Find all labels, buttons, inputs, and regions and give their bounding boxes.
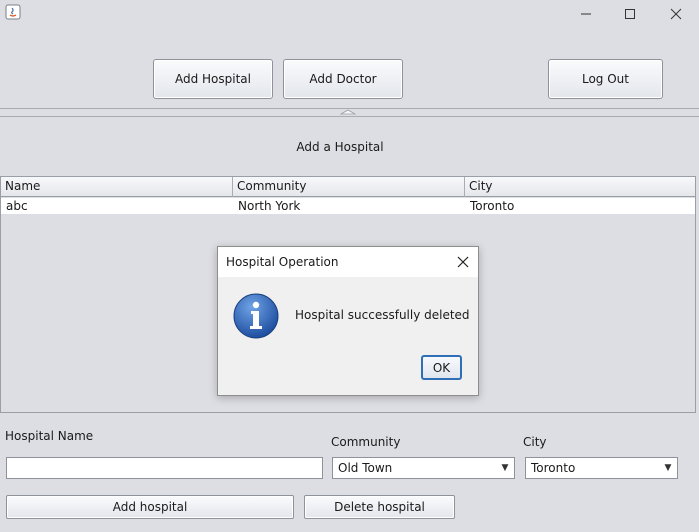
message-dialog: Hospital Operation Hospital successfully…: [217, 246, 479, 396]
hospital-name-label: Hospital Name: [5, 429, 94, 443]
split-handle-icon[interactable]: [338, 109, 358, 115]
column-header-city[interactable]: City: [465, 177, 695, 197]
cell-city: Toronto: [470, 199, 515, 213]
close-icon[interactable]: [454, 253, 472, 271]
window-title-bar: [0, 0, 699, 27]
dialog-title: Hospital Operation: [226, 255, 339, 269]
delete-hospital-button[interactable]: Delete hospital: [304, 495, 455, 519]
maximize-button[interactable]: [607, 0, 653, 27]
chevron-down-icon: ▼: [501, 463, 509, 473]
dialog-message: Hospital successfully deleted: [295, 308, 470, 322]
table-row[interactable]: abc North York Toronto: [1, 198, 695, 214]
minimize-button[interactable]: [563, 0, 609, 27]
dialog-title-bar: Hospital Operation: [218, 247, 478, 277]
java-app-icon: [5, 4, 21, 20]
add-doctor-nav-button[interactable]: Add Doctor: [283, 59, 403, 99]
city-label: City: [523, 435, 547, 449]
minimize-icon: [581, 13, 591, 14]
add-hospital-nav-button[interactable]: Add Hospital: [153, 59, 273, 99]
chevron-down-icon: ▼: [664, 463, 672, 473]
cell-community: North York: [238, 199, 301, 213]
column-header-community[interactable]: Community: [233, 177, 465, 197]
log-out-button[interactable]: Log Out: [548, 59, 663, 99]
ok-button[interactable]: OK: [421, 355, 462, 380]
community-label: Community: [331, 435, 401, 449]
split-divider-bottom: [0, 116, 699, 117]
city-select-value: Toronto: [531, 461, 576, 475]
community-select-value: Old Town: [338, 461, 393, 475]
close-window-button[interactable]: [653, 0, 699, 27]
column-header-name[interactable]: Name: [1, 177, 233, 197]
add-hospital-button[interactable]: Add hospital: [6, 495, 294, 519]
city-select[interactable]: Toronto ▼: [525, 457, 678, 479]
page-title: Add a Hospital: [296, 140, 384, 154]
cell-name: abc: [6, 199, 28, 213]
community-select[interactable]: Old Town ▼: [332, 457, 515, 479]
table-header: Name Community City: [1, 177, 695, 197]
hospital-name-input[interactable]: [6, 457, 323, 479]
info-icon: [233, 293, 279, 339]
maximize-icon: [625, 8, 635, 19]
close-icon: [670, 8, 682, 19]
